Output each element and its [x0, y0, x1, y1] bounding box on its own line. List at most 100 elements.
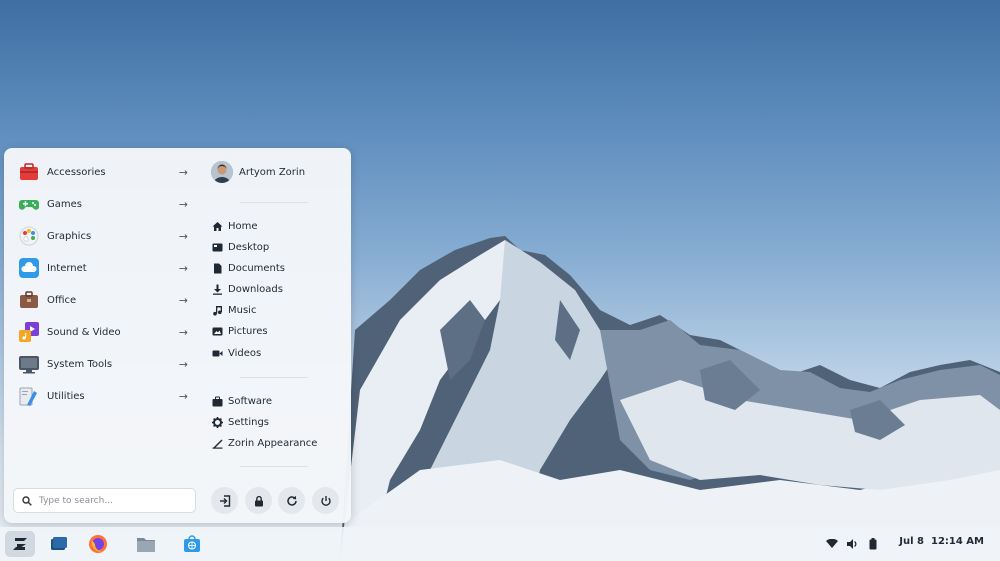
- volume-control[interactable]: [846, 537, 858, 551]
- firefox-icon: [89, 535, 107, 553]
- lock-icon: [254, 495, 263, 506]
- home-icon: [211, 220, 223, 232]
- clock-time: 12:14 AM: [930, 536, 984, 547]
- logout-button[interactable]: [211, 487, 238, 514]
- briefcase-icon: [20, 291, 38, 308]
- desktop-icon: [211, 241, 223, 253]
- category-label: Utilities: [47, 390, 85, 402]
- category-sound-video[interactable]: Sound & Video →: [18, 319, 188, 345]
- category-label: System Tools: [47, 358, 113, 370]
- place-label: Desktop: [228, 241, 270, 253]
- separator: [240, 202, 308, 203]
- arrow-right-icon: →: [178, 197, 188, 211]
- arrow-right-icon: →: [178, 389, 188, 403]
- download-icon: [211, 283, 223, 295]
- search-icon: [22, 495, 32, 506]
- category-graphics[interactable]: Graphics →: [18, 223, 188, 249]
- place-documents[interactable]: Documents: [211, 259, 285, 277]
- system-label: Software: [228, 395, 273, 407]
- battery-icon: [869, 538, 877, 550]
- system-zorin-appearance[interactable]: Zorin Appearance: [211, 434, 317, 452]
- place-home[interactable]: Home: [211, 217, 258, 235]
- software-icon: [211, 395, 223, 407]
- system-settings[interactable]: Settings: [211, 413, 269, 431]
- restart-icon: [286, 495, 297, 506]
- arrow-right-icon: →: [178, 165, 188, 179]
- logout-icon: [219, 494, 230, 507]
- palette-icon: [19, 226, 39, 246]
- cloud-icon: [19, 258, 39, 278]
- picture-icon: [211, 325, 223, 337]
- system-label: Settings: [228, 416, 270, 428]
- gamepad-icon: [19, 200, 39, 210]
- category-system-tools[interactable]: System Tools →: [18, 351, 188, 377]
- category-utilities[interactable]: Utilities →: [18, 383, 188, 409]
- system-software[interactable]: Software: [211, 392, 272, 410]
- category-label: Office: [47, 294, 77, 306]
- battery-status[interactable]: [867, 537, 879, 551]
- place-desktop[interactable]: Desktop: [211, 238, 269, 256]
- power-off-button[interactable]: [312, 487, 339, 514]
- document-icon: [211, 262, 223, 274]
- files-icon: [137, 538, 155, 552]
- place-label: Documents: [228, 262, 286, 274]
- zorin-menu-button[interactable]: [5, 531, 35, 557]
- place-pictures[interactable]: Pictures: [211, 322, 268, 340]
- monitor-icon: [19, 356, 39, 374]
- separator: [240, 377, 308, 378]
- taskbar: Jul 8 12:14 AM: [0, 527, 1000, 561]
- category-label: Sound & Video: [47, 326, 121, 338]
- arrow-right-icon: →: [178, 357, 188, 371]
- separator: [240, 466, 308, 467]
- user-name: Artyom Zorin: [239, 166, 306, 178]
- user-photo: [211, 161, 233, 183]
- arrow-right-icon: →: [178, 229, 188, 243]
- workspaces-button[interactable]: [44, 531, 74, 557]
- software-store-button[interactable]: [177, 531, 207, 557]
- avatar: [211, 161, 233, 183]
- category-label: Internet: [47, 262, 87, 274]
- place-label: Downloads: [228, 283, 283, 295]
- arrow-right-icon: →: [178, 325, 188, 339]
- volume-icon: [847, 539, 857, 549]
- place-videos[interactable]: Videos: [211, 344, 261, 362]
- video-icon: [211, 347, 223, 359]
- place-label: Videos: [228, 347, 262, 359]
- category-label: Games: [47, 198, 82, 210]
- arrow-right-icon: →: [178, 293, 188, 307]
- wifi-icon: [826, 539, 838, 548]
- utilities-icon: [19, 387, 37, 406]
- place-music[interactable]: Music: [211, 301, 256, 319]
- restart-button[interactable]: [278, 487, 305, 514]
- workspaces-icon: [51, 537, 67, 550]
- media-icon: [19, 322, 39, 342]
- place-label: Home: [228, 220, 258, 232]
- place-label: Pictures: [228, 325, 268, 337]
- settings-icon: [211, 416, 223, 428]
- category-label: Graphics: [47, 230, 92, 242]
- appearance-icon: [211, 437, 223, 449]
- clock[interactable]: Jul 8 12:14 AM: [899, 536, 984, 547]
- lock-button[interactable]: [245, 487, 272, 514]
- search-box[interactable]: [13, 488, 196, 513]
- category-internet[interactable]: Internet →: [18, 255, 188, 281]
- search-input[interactable]: [37, 494, 191, 507]
- place-downloads[interactable]: Downloads: [211, 280, 283, 298]
- toolbox-icon: [20, 163, 38, 180]
- user-account-button[interactable]: Artyom Zorin: [211, 161, 305, 183]
- category-office[interactable]: Office →: [18, 287, 188, 313]
- category-games[interactable]: Games →: [18, 191, 188, 217]
- clock-date: Jul 8: [899, 536, 925, 547]
- system-label: Zorin Appearance: [228, 437, 318, 449]
- music-icon: [211, 304, 223, 316]
- firefox-button[interactable]: [83, 531, 113, 557]
- arrow-right-icon: →: [178, 261, 188, 275]
- wifi-status[interactable]: [826, 537, 838, 551]
- place-label: Music: [228, 304, 257, 316]
- zorin-menu-icon: [13, 538, 27, 550]
- power-icon: [320, 495, 331, 506]
- category-label: Accessories: [47, 166, 106, 178]
- category-accessories[interactable]: Accessories →: [18, 159, 188, 185]
- software-store-icon: [184, 535, 200, 552]
- files-button[interactable]: [131, 531, 161, 557]
